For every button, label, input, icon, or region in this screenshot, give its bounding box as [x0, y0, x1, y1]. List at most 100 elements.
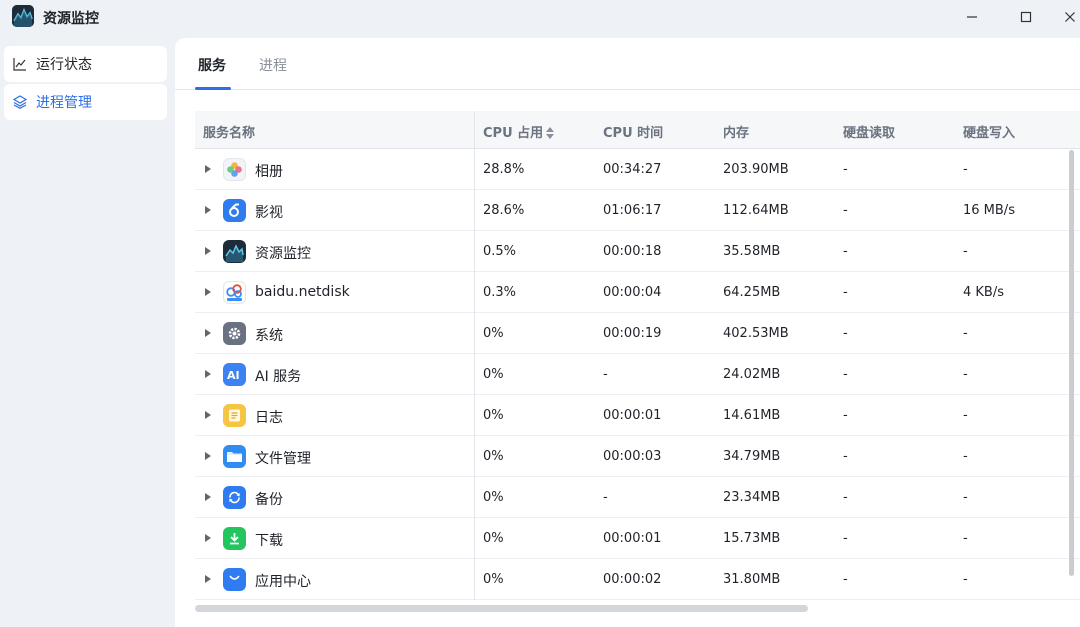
- sidebar-item-status[interactable]: 运行状态: [4, 46, 167, 82]
- active-tab-indicator: [195, 87, 231, 90]
- main-panel: 服务 进程 服务名称 CPU 占用 CPU 时间 内存 硬盘读取 硬盘写入 相册…: [175, 38, 1080, 627]
- line-chart-icon: [12, 56, 28, 72]
- maximize-icon: [1020, 11, 1032, 23]
- cell-disk-write: -: [963, 408, 968, 423]
- cell-memory: 23.34MB: [723, 490, 781, 505]
- cell-disk-read: -: [843, 449, 848, 464]
- cell-memory: 35.58MB: [723, 244, 781, 259]
- cell-disk-write: -: [963, 367, 968, 382]
- cell-disk-read: -: [843, 572, 848, 587]
- cell-cpu: 0%: [483, 531, 504, 546]
- table-row[interactable]: 下载 0% 00:00:01 15.73MB - -: [195, 518, 1080, 559]
- cell-cpu: 0%: [483, 490, 504, 505]
- sidebar: 运行状态 进程管理: [4, 46, 167, 122]
- sidebar-item-label: 进程管理: [36, 95, 92, 111]
- sort-icon: [546, 127, 555, 143]
- cell-disk-write: -: [963, 531, 968, 546]
- table-row[interactable]: 系统 0% 00:00:19 402.53MB - -: [195, 313, 1080, 354]
- column-divider: [474, 190, 475, 231]
- column-divider: [474, 395, 475, 436]
- expand-arrow-icon[interactable]: [205, 288, 211, 296]
- expand-arrow-icon[interactable]: [205, 329, 211, 337]
- cell-cpu: 0%: [483, 367, 504, 382]
- column-header-label: CPU 占用: [483, 126, 544, 141]
- table-row[interactable]: baidu.netdisk 0.3% 00:00:04 64.25MB - 4 KB/s: [195, 272, 1080, 313]
- resource-monitor-icon: [223, 240, 246, 263]
- table-row[interactable]: 文件管理 0% 00:00:03 34.79MB - -: [195, 436, 1080, 477]
- cell-cpu: 28.8%: [483, 162, 525, 177]
- cell-disk-write: -: [963, 572, 968, 587]
- expand-arrow-icon[interactable]: [205, 411, 211, 419]
- service-name: 日志: [255, 410, 283, 426]
- tab-processes[interactable]: 进程: [259, 55, 287, 75]
- service-name: 系统: [255, 328, 283, 344]
- gear-icon: [223, 322, 246, 345]
- cell-cpu-time: 00:00:01: [603, 408, 662, 423]
- sidebar-item-process-management[interactable]: 进程管理: [4, 84, 167, 120]
- cell-memory: 34.79MB: [723, 449, 781, 464]
- expand-arrow-icon[interactable]: [205, 575, 211, 583]
- cell-disk-read: -: [843, 367, 848, 382]
- cell-disk-read: -: [843, 531, 848, 546]
- cell-cpu: 0%: [483, 408, 504, 423]
- column-divider: [474, 559, 475, 600]
- tab-services[interactable]: 服务: [198, 55, 226, 75]
- cell-disk-write: -: [963, 326, 968, 341]
- column-header-disk-write[interactable]: 硬盘写入: [963, 122, 1015, 141]
- column-header-name[interactable]: 服务名称: [203, 122, 255, 141]
- table-row[interactable]: 应用中心 0% 00:00:02 31.80MB - -: [195, 559, 1080, 600]
- minimize-icon: [967, 16, 977, 18]
- maximize-button[interactable]: [1008, 5, 1044, 29]
- column-header-cpu[interactable]: CPU 占用: [483, 122, 555, 143]
- expand-arrow-icon[interactable]: [205, 370, 211, 378]
- expand-arrow-icon[interactable]: [205, 534, 211, 542]
- expand-arrow-icon[interactable]: [205, 165, 211, 173]
- cell-memory: 31.80MB: [723, 572, 781, 587]
- cell-memory: 64.25MB: [723, 285, 781, 300]
- ai-icon: AI: [223, 363, 246, 386]
- netdisk-icon: [223, 281, 246, 304]
- column-divider: [474, 231, 475, 272]
- column-divider: [474, 111, 475, 149]
- column-header-disk-read[interactable]: 硬盘读取: [843, 122, 895, 141]
- cell-cpu-time: -: [603, 490, 608, 505]
- close-button[interactable]: [1052, 5, 1080, 29]
- service-name: 相册: [255, 164, 283, 180]
- cell-memory: 14.61MB: [723, 408, 781, 423]
- cell-cpu-time: 00:00:01: [603, 531, 662, 546]
- expand-arrow-icon[interactable]: [205, 493, 211, 501]
- expand-arrow-icon[interactable]: [205, 247, 211, 255]
- table-row[interactable]: AI AI 服务 0% - 24.02MB - -: [195, 354, 1080, 395]
- table-row[interactable]: 备份 0% - 23.34MB - -: [195, 477, 1080, 518]
- table-body: 相册 28.8% 00:34:27 203.90MB - - 影视 28.6% 01:06:17…: [195, 149, 1080, 600]
- table-row[interactable]: 日志 0% 00:00:01 14.61MB - -: [195, 395, 1080, 436]
- vertical-scrollbar[interactable]: [1069, 150, 1074, 576]
- cell-cpu: 0%: [483, 326, 504, 341]
- cell-memory: 15.73MB: [723, 531, 781, 546]
- services-table: 服务名称 CPU 占用 CPU 时间 内存 硬盘读取 硬盘写入 相册 28.8% 0…: [195, 111, 1080, 600]
- table-row[interactable]: 资源监控 0.5% 00:00:18 35.58MB - -: [195, 231, 1080, 272]
- folder-icon: [223, 445, 246, 468]
- cell-disk-write: 4 KB/s: [963, 285, 1004, 300]
- table-row[interactable]: 相册 28.8% 00:34:27 203.90MB - -: [195, 149, 1080, 190]
- cell-disk-write: -: [963, 244, 968, 259]
- cell-disk-read: -: [843, 162, 848, 177]
- column-divider: [474, 436, 475, 477]
- minimize-button[interactable]: [954, 5, 990, 29]
- table-row[interactable]: 影视 28.6% 01:06:17 112.64MB - 16 MB/s: [195, 190, 1080, 231]
- cell-disk-write: 16 MB/s: [963, 203, 1015, 218]
- cell-disk-read: -: [843, 203, 848, 218]
- column-divider: [474, 272, 475, 313]
- column-header-cpu-time[interactable]: CPU 时间: [603, 122, 663, 141]
- title-bar: 资源监控: [0, 0, 1080, 36]
- cell-disk-read: -: [843, 408, 848, 423]
- layers-icon: [12, 94, 28, 110]
- cell-memory: 112.64MB: [723, 203, 789, 218]
- column-header-memory[interactable]: 内存: [723, 122, 749, 141]
- backup-icon: [223, 486, 246, 509]
- horizontal-scrollbar[interactable]: [195, 605, 808, 612]
- service-name: 文件管理: [255, 451, 311, 467]
- expand-arrow-icon[interactable]: [205, 206, 211, 214]
- expand-arrow-icon[interactable]: [205, 452, 211, 460]
- service-name: AI 服务: [255, 369, 302, 385]
